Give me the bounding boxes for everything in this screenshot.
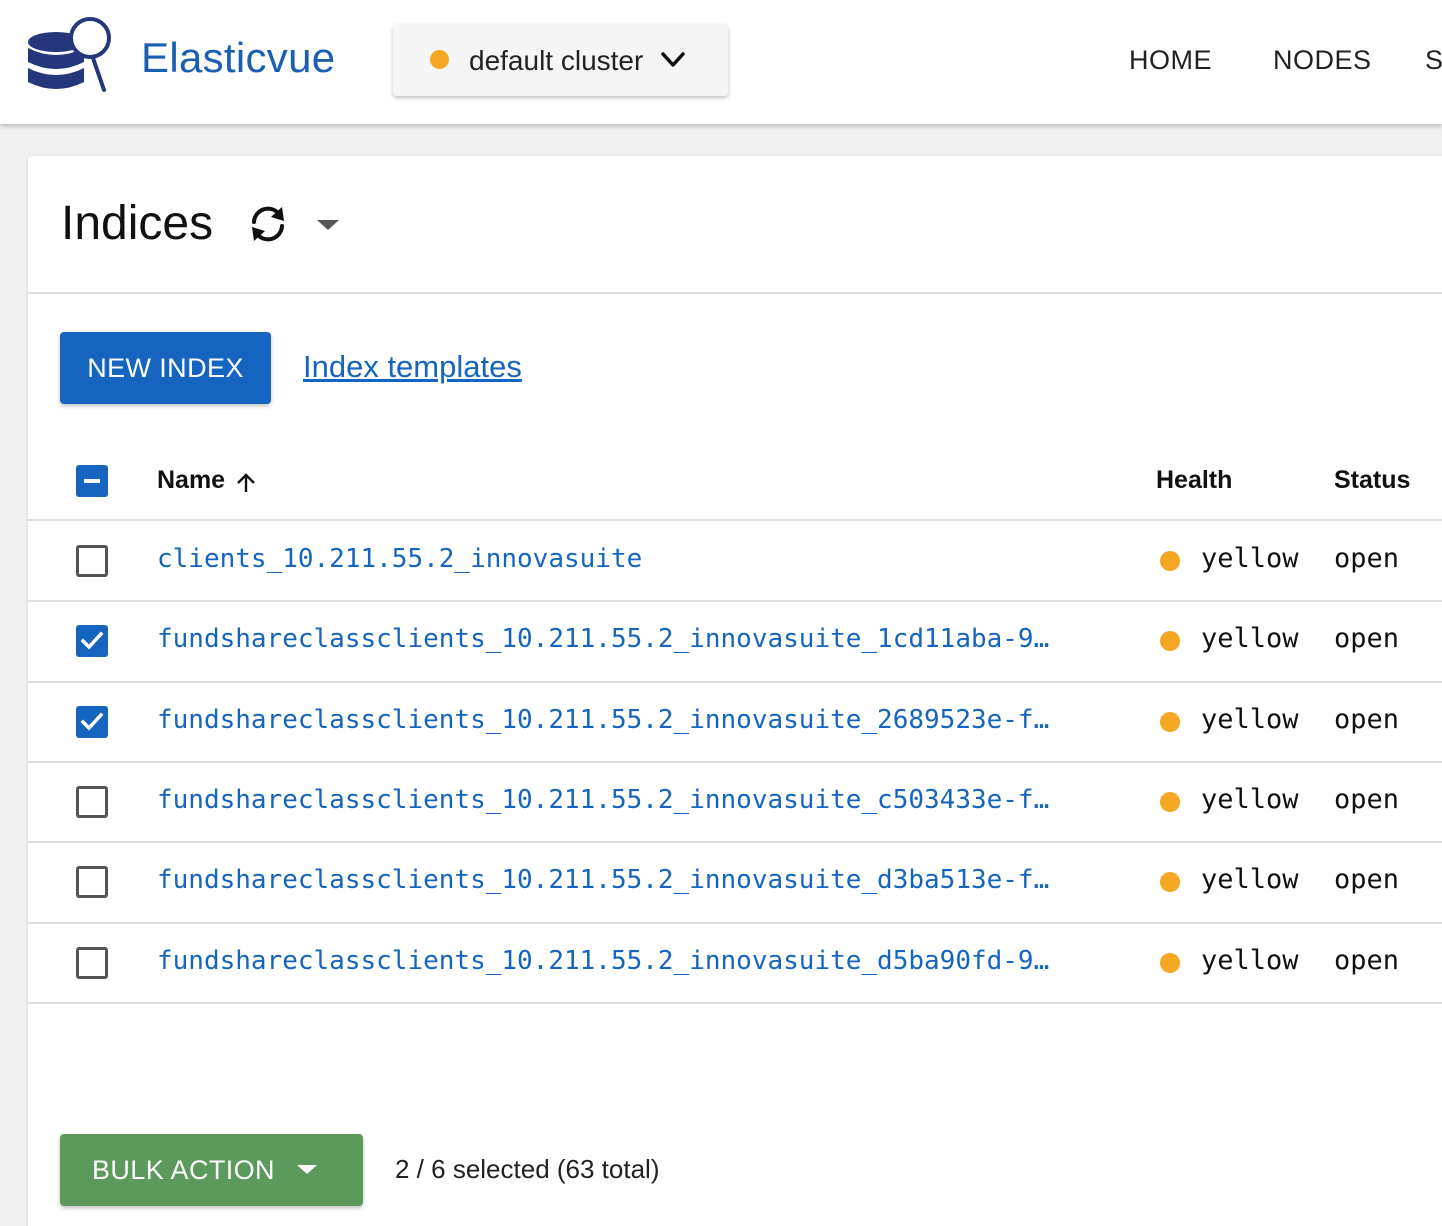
- health-indicator: [1160, 712, 1180, 732]
- row-divider: [28, 1002, 1442, 1004]
- row-divider: [28, 922, 1442, 924]
- status-value: open: [1334, 864, 1400, 895]
- checkmark-icon: [76, 706, 108, 738]
- database-search-icon[interactable]: [24, 14, 116, 102]
- bulk-action-label: BULK ACTION: [92, 1155, 275, 1185]
- nav-shards[interactable]: S: [1425, 45, 1442, 76]
- index-name-link[interactable]: fundshareclassclients_10.211.55.2_innova…: [157, 624, 1119, 654]
- row-divider: [28, 841, 1442, 843]
- index-name-link[interactable]: fundshareclassclients_10.211.55.2_innova…: [157, 946, 1119, 976]
- index-name-link[interactable]: fundshareclassclients_10.211.55.2_innova…: [157, 785, 1119, 815]
- header-divider: [28, 292, 1442, 294]
- new-index-label: NEW INDEX: [87, 353, 244, 383]
- column-header-status[interactable]: Status: [1334, 466, 1410, 495]
- status-value: open: [1334, 784, 1400, 815]
- status-value: open: [1334, 543, 1400, 574]
- column-header-health[interactable]: Health: [1156, 466, 1232, 495]
- status-value: open: [1334, 623, 1400, 654]
- status-value: open: [1334, 945, 1400, 976]
- health-indicator: [1160, 551, 1180, 571]
- row-divider: [28, 761, 1442, 763]
- nav-nodes[interactable]: NODES: [1273, 45, 1372, 76]
- page-title: Indices: [61, 197, 214, 250]
- row-checkbox[interactable]: [76, 866, 108, 898]
- row-checkbox[interactable]: [76, 625, 108, 657]
- indeterminate-icon: [76, 465, 108, 497]
- status-value: open: [1334, 704, 1400, 735]
- new-index-button[interactable]: NEW INDEX: [60, 332, 271, 404]
- index-templates-link[interactable]: Index templates: [303, 349, 522, 385]
- arrow-up-icon[interactable]: [234, 471, 258, 495]
- selection-summary: 2 / 6 selected (63 total): [395, 1154, 660, 1184]
- caret-down-icon: [297, 1165, 317, 1174]
- app-title[interactable]: Elasticvue: [141, 34, 335, 82]
- row-checkbox[interactable]: [76, 947, 108, 979]
- checkmark-icon: [76, 625, 108, 657]
- health-value: yellow: [1201, 864, 1299, 895]
- nav-home[interactable]: HOME: [1129, 45, 1212, 76]
- index-name-link[interactable]: clients_10.211.55.2_innovasuite: [157, 544, 1119, 574]
- health-indicator: [1160, 953, 1180, 973]
- index-name-link[interactable]: fundshareclassclients_10.211.55.2_innova…: [157, 865, 1119, 895]
- row-checkbox[interactable]: [76, 545, 108, 577]
- row-checkbox[interactable]: [76, 706, 108, 738]
- health-value: yellow: [1201, 623, 1299, 654]
- health-value: yellow: [1201, 704, 1299, 735]
- health-value: yellow: [1201, 784, 1299, 815]
- chevron-down-icon: [661, 52, 685, 67]
- health-value: yellow: [1201, 945, 1299, 976]
- cluster-health-dot: [430, 50, 449, 69]
- health-value: yellow: [1201, 543, 1299, 574]
- row-divider: [28, 681, 1442, 683]
- app-bar: Elasticvue default cluster HOME NODES S: [0, 0, 1442, 124]
- table-header-divider: [28, 519, 1442, 521]
- cluster-name: default cluster: [469, 45, 644, 76]
- health-indicator: [1160, 792, 1180, 812]
- refresh-menu-caret-icon[interactable]: [316, 219, 340, 231]
- index-name-link[interactable]: fundshareclassclients_10.211.55.2_innova…: [157, 705, 1119, 735]
- health-indicator: [1160, 872, 1180, 892]
- refresh-icon[interactable]: [246, 204, 290, 244]
- indices-card: [28, 156, 1442, 1226]
- row-divider: [28, 600, 1442, 602]
- column-header-name[interactable]: Name: [157, 466, 225, 495]
- select-all-checkbox[interactable]: [76, 465, 108, 497]
- row-checkbox[interactable]: [76, 786, 108, 818]
- health-indicator: [1160, 631, 1180, 651]
